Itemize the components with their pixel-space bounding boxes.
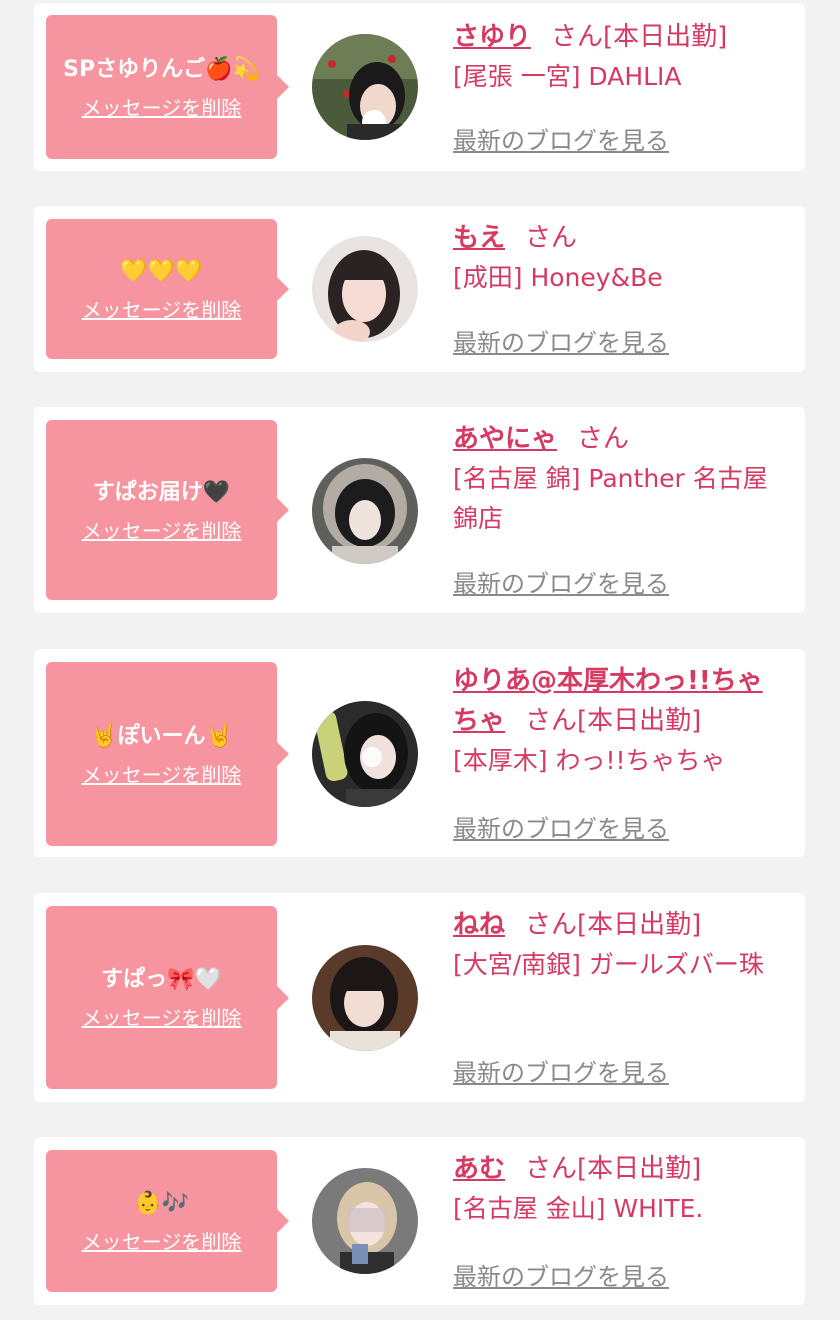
shop-info: [名古屋 錦] Panther 名古屋錦店	[453, 464, 768, 533]
profile-info: さゆり さん[本日出勤] [尾張 一宮] DAHLIA	[453, 17, 787, 97]
delete-message-link[interactable]: メッセージを削除	[82, 515, 242, 544]
avatar[interactable]	[312, 236, 418, 342]
latest-blog-link[interactable]: 最新のブログを見る	[453, 121, 669, 156]
honorific: さん	[525, 223, 578, 253]
avatar[interactable]	[312, 458, 418, 564]
favorite-card: すぱお届け🖤 メッセージを削除 あやにゃ さん [名古屋 錦] Panther 名…	[34, 407, 805, 613]
honorific: さん	[525, 706, 578, 736]
shop-info: [名古屋 金山] WHITE.	[453, 1194, 704, 1223]
latest-blog-link[interactable]: 最新のブログを見る	[453, 1053, 669, 1088]
avatar[interactable]	[312, 34, 418, 140]
message-bubble: すぱっ🎀🤍 メッセージを削除	[46, 906, 289, 1089]
message-bubble: すぱお届け🖤 メッセージを削除	[46, 420, 289, 600]
shop-info: [大宮/南銀] ガールズバー珠	[453, 950, 764, 979]
honorific: さん	[525, 1154, 578, 1184]
favorite-card: すぱっ🎀🤍 メッセージを削除 ねね さん[本日出勤] [大宮/南銀] ガールズバー…	[34, 893, 805, 1102]
message-bubble: 👶🎶 メッセージを削除	[46, 1150, 289, 1292]
message-text: SPさゆりんご🍎💫	[63, 56, 260, 82]
name-link[interactable]: もえ	[453, 223, 505, 253]
shift-status: [本日出勤]	[577, 1154, 702, 1184]
avatar[interactable]	[312, 1168, 418, 1274]
favorite-card: 👶🎶 メッセージを削除 あむ さん[本日出勤] [名古屋 金山] WHITE. 最…	[34, 1137, 805, 1305]
shop-info: [尾張 一宮] DAHLIA	[453, 62, 682, 91]
profile-info: あむ さん[本日出勤] [名古屋 金山] WHITE.	[453, 1149, 787, 1229]
latest-blog-link[interactable]: 最新のブログを見る	[453, 323, 669, 358]
shift-status: [本日出勤]	[577, 706, 702, 736]
favorites-list: SPさゆりんご🍎💫 メッセージを削除 さゆり さん[本日出勤] [尾張 一宮] D…	[0, 0, 840, 1320]
name-link[interactable]: あむ	[453, 1154, 505, 1184]
honorific: さん	[577, 424, 630, 454]
favorite-card: SPさゆりんご🍎💫 メッセージを削除 さゆり さん[本日出勤] [尾張 一宮] D…	[34, 3, 805, 171]
honorific: さん	[551, 22, 604, 52]
name-link[interactable]: さゆり	[453, 22, 531, 52]
name-link[interactable]: ねね	[453, 910, 505, 940]
message-bubble: 🤘ぽいーん🤘 メッセージを削除	[46, 662, 289, 846]
delete-message-link[interactable]: メッセージを削除	[82, 1226, 242, 1255]
shop-info: [本厚木] わっ!!ちゃちゃ	[453, 746, 726, 775]
profile-info: ゆりあ@本厚木わっ!!ちゃちゃ さん[本日出勤] [本厚木] わっ!!ちゃちゃ	[453, 661, 787, 781]
message-text: 👶🎶	[134, 1190, 189, 1216]
avatar[interactable]	[312, 701, 418, 807]
message-text: 🤘ぽいーん🤘	[90, 723, 233, 749]
delete-message-link[interactable]: メッセージを削除	[82, 92, 242, 121]
profile-info: もえ さん [成田] Honey&Be	[453, 218, 787, 298]
shop-info: [成田] Honey&Be	[453, 263, 663, 292]
delete-message-link[interactable]: メッセージを削除	[82, 1002, 242, 1031]
shift-status: [本日出勤]	[603, 22, 728, 52]
avatar[interactable]	[312, 945, 418, 1051]
favorite-card: 🤘ぽいーん🤘 メッセージを削除 ゆりあ@本厚木わっ!!ちゃちゃ さん[本日出勤] …	[34, 649, 805, 857]
message-text: 💛💛💛	[120, 258, 203, 284]
shift-status: [本日出勤]	[577, 910, 702, 940]
profile-info: あやにゃ さん [名古屋 錦] Panther 名古屋錦店	[453, 419, 787, 539]
delete-message-link[interactable]: メッセージを削除	[82, 759, 242, 788]
delete-message-link[interactable]: メッセージを削除	[82, 294, 242, 323]
message-text: すぱっ🎀🤍	[101, 967, 222, 992]
latest-blog-link[interactable]: 最新のブログを見る	[453, 564, 669, 599]
honorific: さん	[525, 910, 578, 940]
message-text: すぱお届け🖤	[92, 479, 231, 505]
name-link[interactable]: あやにゃ	[453, 424, 557, 454]
latest-blog-link[interactable]: 最新のブログを見る	[453, 1257, 669, 1292]
message-bubble: SPさゆりんご🍎💫 メッセージを削除	[46, 15, 289, 159]
message-bubble: 💛💛💛 メッセージを削除	[46, 219, 289, 359]
profile-info: ねね さん[本日出勤] [大宮/南銀] ガールズバー珠	[453, 905, 787, 985]
latest-blog-link[interactable]: 最新のブログを見る	[453, 809, 669, 844]
favorite-card: 💛💛💛 メッセージを削除 もえ さん [成田] Honey&Be 最新のブログを見…	[34, 206, 805, 372]
